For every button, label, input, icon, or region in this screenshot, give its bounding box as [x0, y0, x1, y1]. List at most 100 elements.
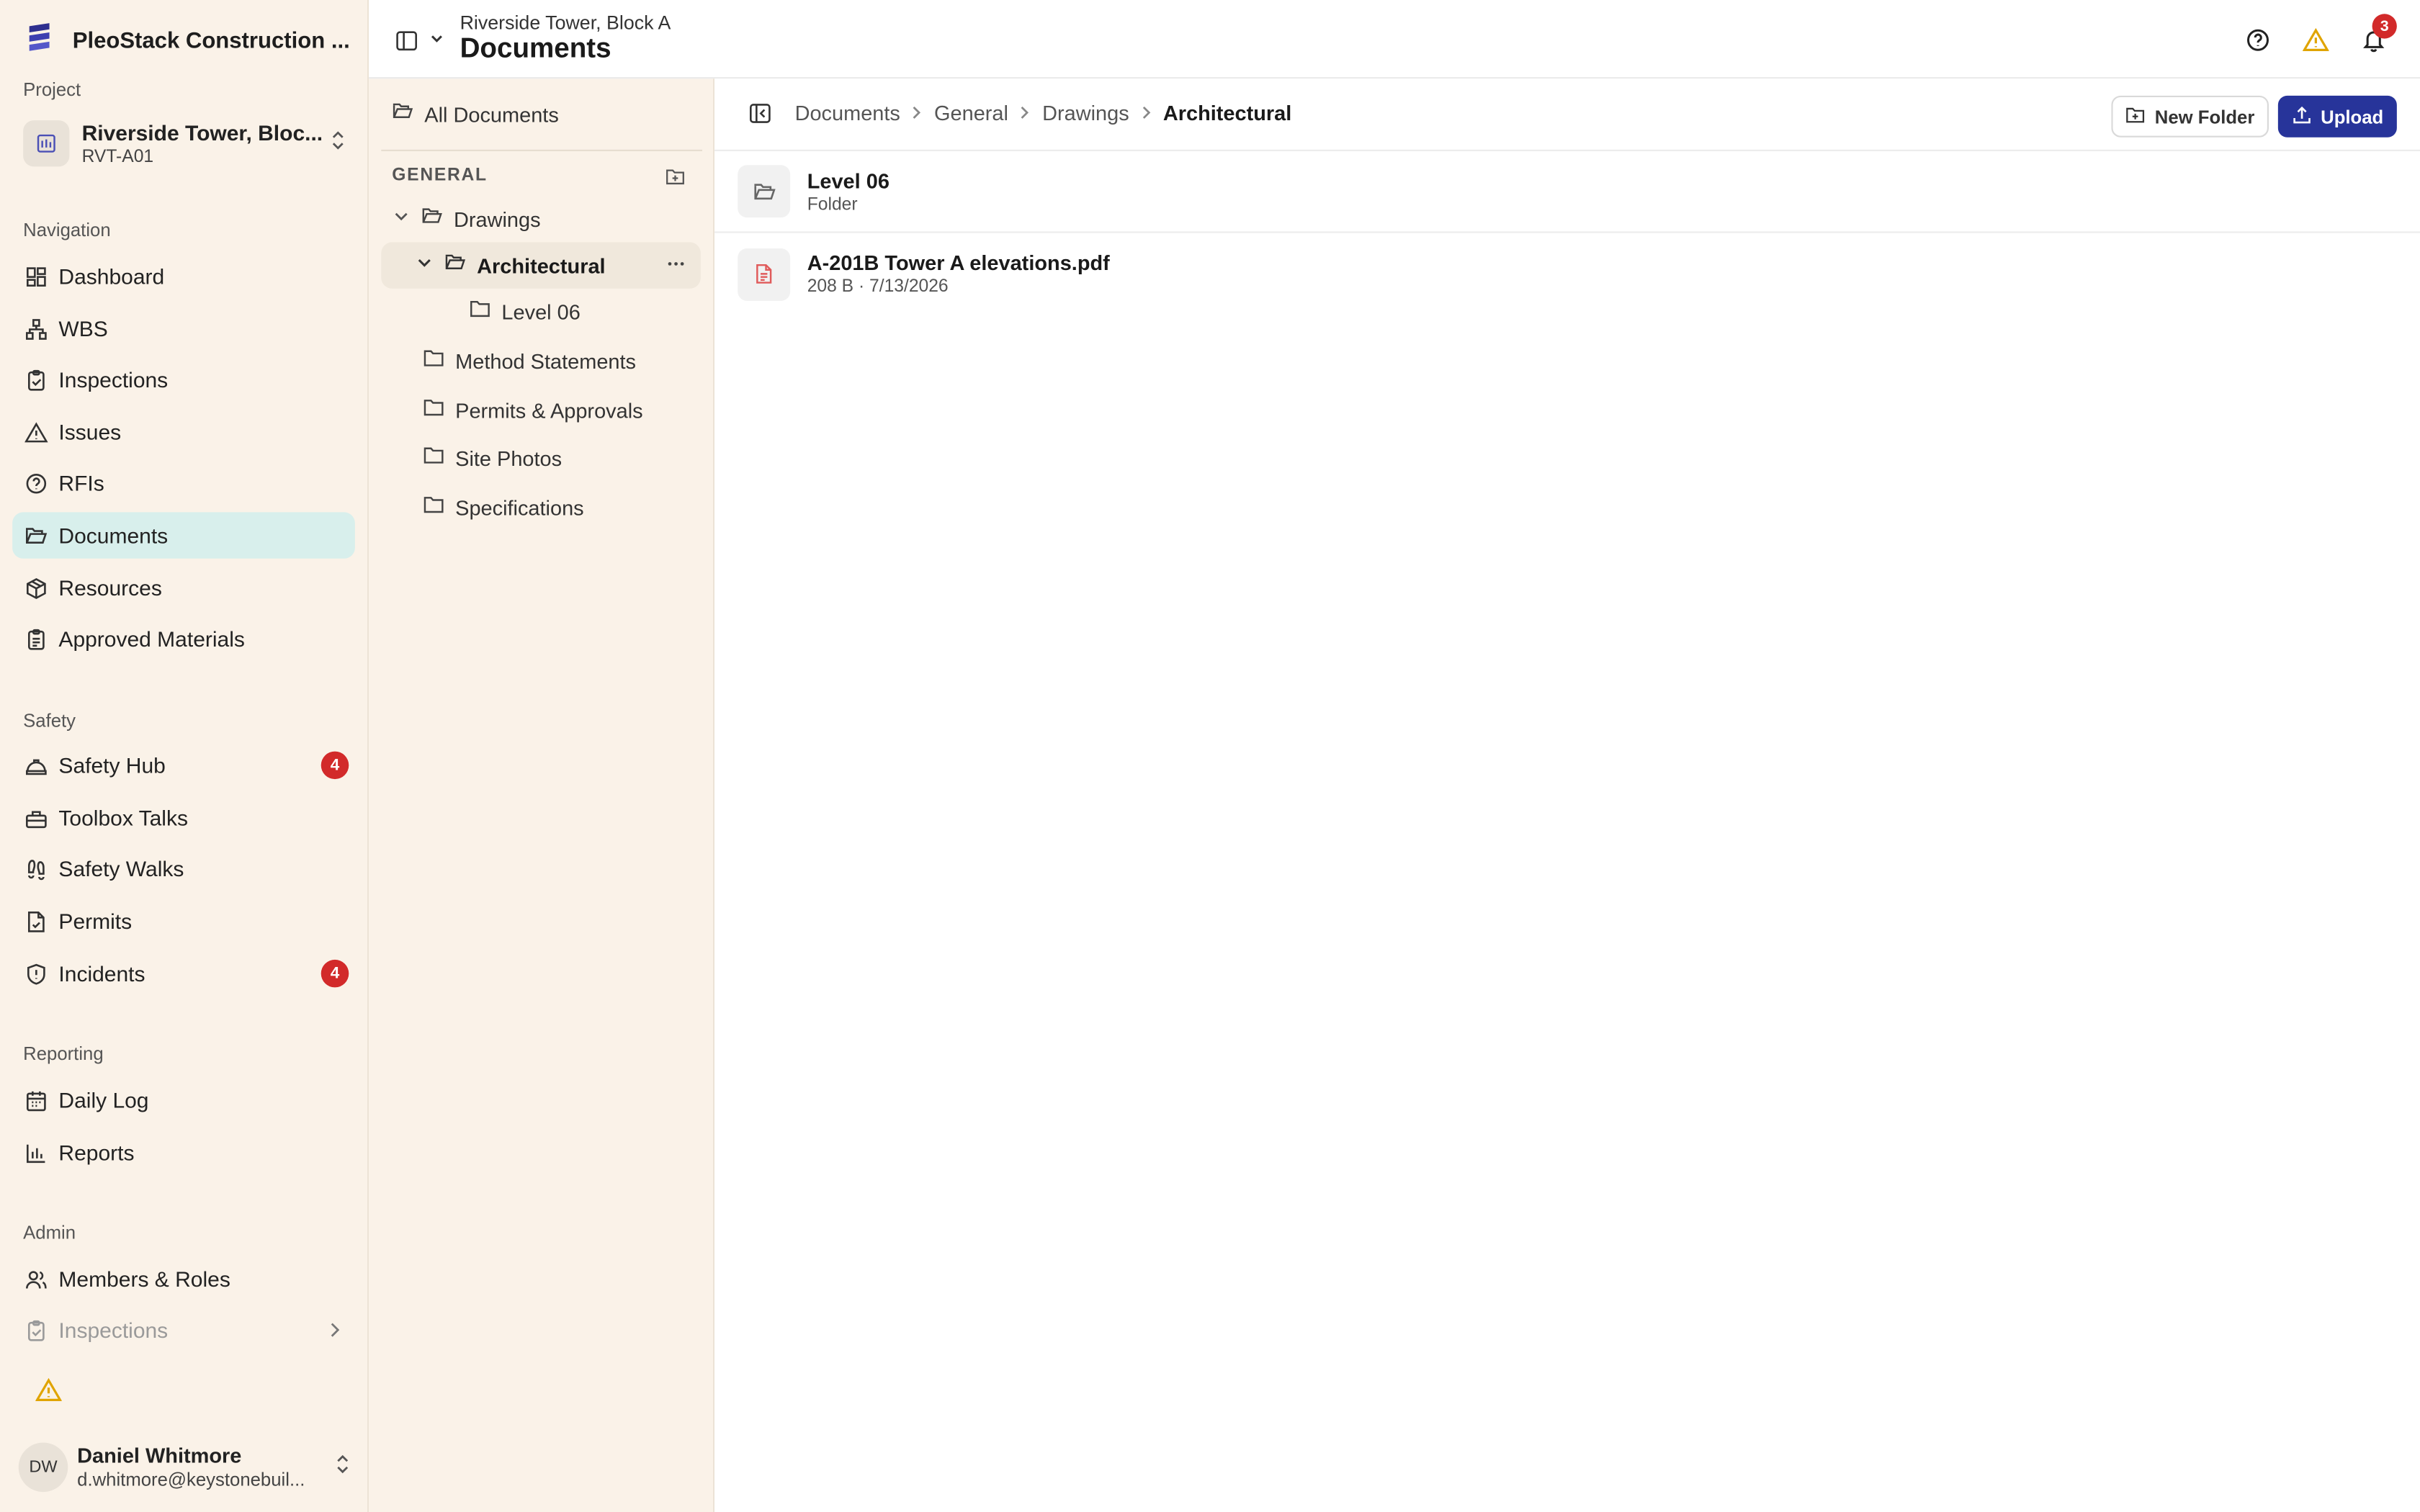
new-folder-icon[interactable]: [666, 166, 686, 194]
chevron-right-icon: [1140, 102, 1152, 125]
collapse-panel-icon[interactable]: [748, 102, 771, 132]
nav-incidents[interactable]: Incidents 4: [12, 950, 355, 996]
hard-hat-icon: [23, 753, 48, 778]
page-subtitle: Riverside Tower, Block A: [460, 12, 671, 35]
nav-label: Daily Log: [58, 1087, 149, 1112]
chevron-right-icon: [911, 102, 923, 125]
folder-icon: [423, 396, 444, 426]
nav-documents[interactable]: Documents: [12, 512, 355, 559]
more-options-icon[interactable]: [667, 253, 686, 282]
tree-item-permits-approvals[interactable]: Permits & Approvals: [423, 387, 701, 433]
notifications-button[interactable]: 3: [2360, 14, 2397, 54]
tree-item-site-photos[interactable]: Site Photos: [423, 435, 701, 481]
users-icon: [23, 1266, 48, 1291]
brand[interactable]: PleoStack Construction ...: [23, 20, 350, 62]
tree-item-label: Architectural: [477, 253, 606, 277]
breadcrumb-item[interactable]: Drawings: [1042, 102, 1129, 125]
sidebar-toggle-button[interactable]: [392, 26, 420, 54]
folder-open-icon: [23, 523, 48, 547]
tree-item-label: Method Statements: [455, 349, 637, 373]
nav-dashboard[interactable]: Dashboard: [12, 253, 355, 299]
breadcrumb-current: Architectural: [1162, 102, 1292, 125]
breadcrumb-item[interactable]: Documents: [795, 102, 900, 125]
file-name: Level 06: [807, 168, 889, 192]
chevron-down-icon[interactable]: [415, 251, 434, 279]
nav-daily-log[interactable]: Daily Log: [12, 1077, 355, 1123]
nav-safety-walks[interactable]: Safety Walks: [12, 845, 355, 891]
warning-icon[interactable]: [35, 1377, 63, 1410]
user-menu[interactable]: DW Daniel Whitmore d.whitmore@keystonebu…: [18, 1438, 352, 1496]
folder-icon: [423, 444, 444, 473]
tree-item-specifications[interactable]: Specifications: [423, 485, 701, 531]
folder-plus-icon: [2125, 104, 2146, 129]
tree-divider: [381, 149, 702, 151]
all-documents[interactable]: All Documents: [392, 91, 701, 137]
nav-label: Inspections: [58, 1318, 169, 1343]
file-row-pdf[interactable]: A-201B Tower A elevations.pdf 208 B · 7/…: [714, 233, 2420, 315]
new-folder-button[interactable]: New Folder: [2111, 95, 2269, 138]
nav-members-roles[interactable]: Members & Roles: [12, 1256, 355, 1302]
avatar: DW: [18, 1442, 68, 1493]
sidebar: PleoStack Construction ... Project River…: [0, 0, 369, 1512]
layout-menu-button[interactable]: [428, 30, 447, 48]
nav-rfis[interactable]: RFIs: [12, 460, 355, 506]
shield-alert-icon: [23, 961, 48, 986]
new-folder-label: New Folder: [2154, 105, 2255, 127]
file-check-icon: [23, 909, 48, 933]
building-icon: [23, 120, 70, 167]
user-email: d.whitmore@keystonebuil...: [77, 1468, 305, 1490]
nav-permits[interactable]: Permits: [12, 898, 355, 944]
project-switcher[interactable]: Riverside Tower, Bloc... RVT-A01: [23, 112, 347, 174]
nav-label: RFIs: [58, 470, 104, 495]
tree-item-label: Permits & Approvals: [455, 398, 643, 423]
nav-inspections[interactable]: Inspections: [12, 356, 355, 402]
breadcrumb-item[interactable]: General: [934, 102, 1008, 125]
clipboard-check-icon: [23, 367, 48, 392]
nav-toolbox-talks[interactable]: Toolbox Talks: [12, 795, 355, 841]
tree-item-level-06[interactable]: Level 06: [469, 289, 700, 335]
project-code: RVT-A01: [81, 148, 154, 167]
upload-icon: [2291, 104, 2311, 129]
nav-issues[interactable]: Issues: [12, 409, 355, 455]
app-name: PleoStack Construction ...: [72, 28, 350, 53]
tree-item-method-statements[interactable]: Method Statements: [423, 338, 701, 384]
nav-approved-materials[interactable]: Approved Materials: [12, 616, 355, 662]
bar-chart-icon: [23, 1140, 48, 1165]
clipboard-list-icon: [23, 626, 48, 651]
pdf-file-icon: [738, 247, 791, 300]
nav-safety-hub[interactable]: Safety Hub 4: [12, 742, 355, 788]
upload-button[interactable]: Upload: [2277, 95, 2397, 138]
nav-label: Inspections: [58, 366, 169, 392]
nav-wbs[interactable]: WBS: [12, 305, 355, 351]
nav-admin-inspections[interactable]: Inspections: [12, 1307, 355, 1353]
folder-open-icon: [444, 251, 466, 280]
question-circle-icon: [23, 471, 48, 495]
project-name: Riverside Tower, Bloc...: [81, 120, 323, 145]
breadcrumb: Documents General Drawings Architectural: [795, 102, 1292, 125]
clipboard-check-icon: [23, 1318, 48, 1342]
help-button[interactable]: [2244, 26, 2272, 54]
reporting-section-label: Reporting: [23, 1043, 104, 1065]
nav-reports[interactable]: Reports: [12, 1130, 355, 1176]
tree-item-drawings[interactable]: Drawings: [392, 196, 701, 242]
chevron-down-icon[interactable]: [392, 205, 411, 233]
nav-label: Incidents: [58, 961, 145, 986]
tree-item-label: Specifications: [455, 495, 584, 520]
help-icon: [2246, 29, 2269, 51]
project-section-label: Project: [23, 78, 81, 101]
nav-label: Members & Roles: [58, 1266, 230, 1292]
tree-item-architectural[interactable]: Architectural: [381, 242, 701, 289]
folder-icon: [469, 297, 490, 327]
file-row-folder[interactable]: Level 06 Folder: [714, 151, 2420, 233]
package-icon: [23, 575, 48, 600]
alerts-button[interactable]: [2301, 26, 2329, 54]
topbar: Riverside Tower, Block A Documents 3: [369, 0, 2420, 79]
tree-group-label: GENERAL: [392, 166, 488, 186]
hierarchy-icon: [23, 316, 48, 341]
file-meta: Folder: [807, 195, 858, 214]
file-meta: 208 B · 7/13/2026: [807, 277, 949, 297]
nav-resources[interactable]: Resources: [12, 564, 355, 611]
logo-icon: [23, 20, 57, 62]
footprints-icon: [23, 856, 48, 881]
toolbar: Documents General Drawings Architectural…: [714, 78, 2420, 151]
